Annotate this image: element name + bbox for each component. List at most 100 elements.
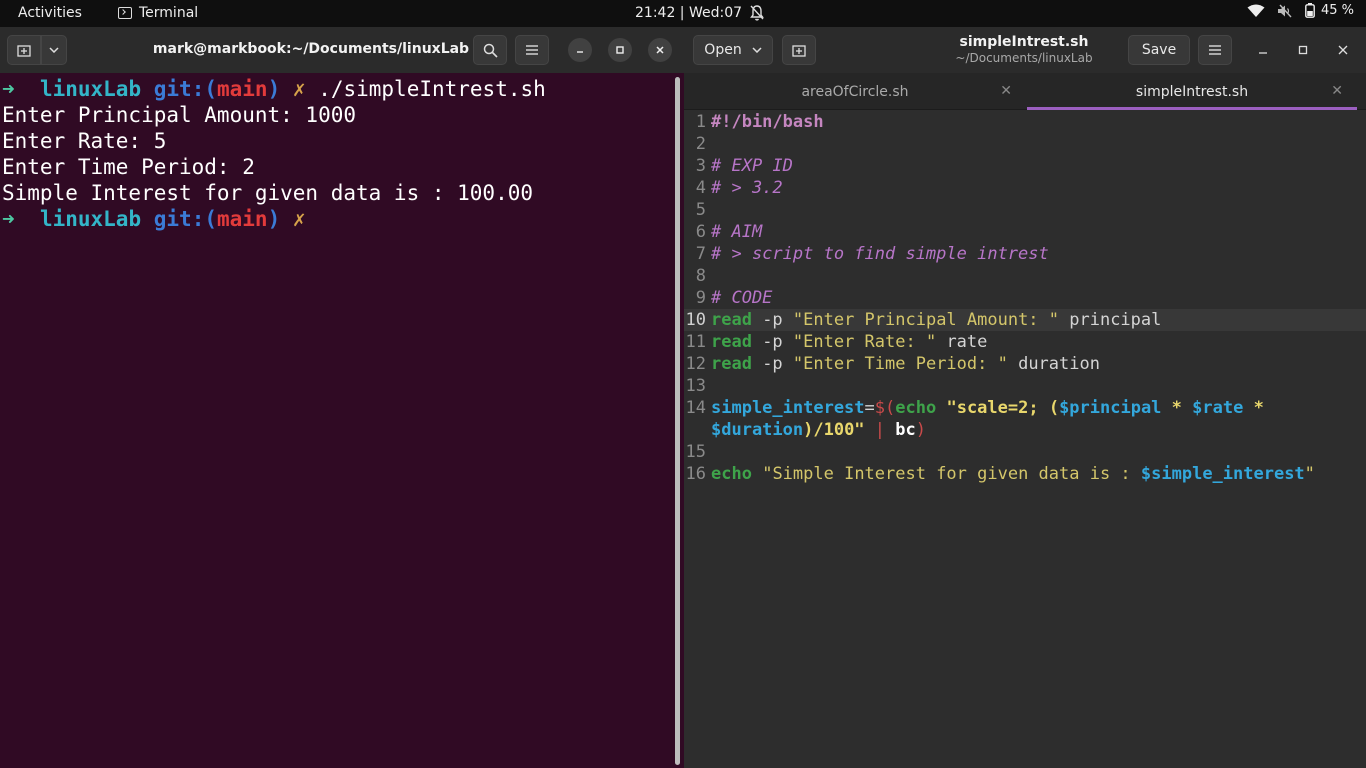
prompt-arrow: ➜	[2, 77, 15, 101]
maximize-button[interactable]	[608, 38, 632, 62]
app-menu-button[interactable]: Terminal	[118, 5, 198, 21]
output-line: Enter Time Period: 2	[2, 155, 255, 179]
line-number: 12	[685, 354, 706, 374]
code-line[interactable]: 11 read -p "Enter Rate: " rate	[684, 331, 1366, 353]
line-number: 3	[695, 156, 706, 176]
save-button[interactable]: Save	[1128, 35, 1190, 65]
new-document-icon	[792, 45, 806, 57]
hamburger-menu-button[interactable]	[515, 35, 549, 65]
code-line[interactable]: 12 read -p "Enter Time Period: " duration	[684, 353, 1366, 375]
open-button[interactable]: Open	[693, 35, 773, 65]
code-token: )/100"	[803, 420, 865, 440]
code-token: $duration	[711, 420, 804, 440]
terminal-window[interactable]: mark@markbook:~/Documents/linuxLab ➜ lin…	[0, 27, 684, 768]
code-token: # EXP ID	[711, 156, 793, 176]
prompt-arrow: ➜	[2, 207, 15, 231]
prompt-command: ./simpleIntrest.sh	[318, 77, 546, 101]
code-text: # EXP ID	[711, 155, 793, 177]
line-number: 15	[685, 442, 706, 462]
code-line[interactable]: 8	[684, 265, 1366, 287]
code-line[interactable]: 4 # > 3.2	[684, 177, 1366, 199]
chevron-down-icon	[752, 47, 762, 53]
output-line: Simple Interest for given data is : 100.…	[2, 181, 534, 205]
code-token: |	[874, 420, 886, 440]
line-number: 2	[695, 134, 706, 154]
prompt-git-prefix: git:(	[153, 77, 217, 101]
prompt-branch: main	[216, 207, 268, 231]
output-line: Enter Rate: 5	[2, 129, 167, 153]
code-token: -p	[751, 332, 793, 352]
code-text: #!/bin/bash	[711, 111, 824, 133]
code-line[interactable]: 3 # EXP ID	[684, 155, 1366, 177]
new-document-button[interactable]	[782, 35, 816, 65]
code-text: # > script to find simple intrest	[711, 243, 1049, 265]
code-line[interactable]: 9 # CODE	[684, 287, 1366, 309]
code-text: read -p "Enter Rate: " rate	[711, 331, 987, 353]
tab-label: areaOfCircle.sh	[801, 83, 909, 100]
volume-muted-icon	[1277, 4, 1292, 17]
clock[interactable]: 21:42 | Wed:07	[635, 5, 742, 21]
prompt-line: ➜ linuxLab git:(main) ✗ ./simpleIntrest.…	[2, 76, 546, 102]
code-token: =	[864, 398, 875, 418]
code-line[interactable]: 10 read -p "Enter Principal Amount: " pri…	[684, 309, 1366, 331]
code-token: $simple_interest	[1140, 464, 1305, 484]
terminal-headerbar[interactable]: mark@markbook:~/Documents/linuxLab	[0, 27, 684, 73]
code-text: echo "Simple Interest for given data is …	[711, 463, 1315, 485]
code-token: # CODE	[711, 288, 773, 308]
document-title: simpleIntrest.sh	[959, 34, 1089, 50]
minimize-button[interactable]	[1251, 38, 1275, 62]
code-token: )	[915, 420, 927, 440]
close-button[interactable]	[648, 38, 672, 62]
hamburger-menu-button[interactable]	[1198, 35, 1232, 65]
system-tray[interactable]: 45 %	[1247, 3, 1354, 18]
code-line[interactable]: 13	[684, 375, 1366, 397]
close-tab-icon[interactable]: ✕	[1331, 83, 1343, 99]
line-number: 8	[695, 266, 706, 286]
code-token: *	[1161, 398, 1193, 418]
code-line[interactable]: 7 # > script to find simple intrest	[684, 243, 1366, 265]
code-line[interactable]: 5	[684, 199, 1366, 221]
code-line[interactable]: 2	[684, 133, 1366, 155]
code-view[interactable]: 1 #!/bin/bash 2 3 # EXP ID 4 # > 3.2 5 6 # AIM 7 # …	[684, 111, 1366, 485]
line-number: 7	[695, 244, 706, 264]
close-tab-icon[interactable]: ✕	[1000, 83, 1012, 99]
prompt-dir: linuxLab	[39, 77, 142, 101]
minimize-button[interactable]	[568, 38, 592, 62]
code-token: $(	[874, 398, 896, 418]
save-label: Save	[1141, 42, 1177, 58]
editor-window[interactable]: Open simpleIntrest.sh ~/Documents/linuxL…	[684, 27, 1366, 768]
line-number: 6	[695, 222, 706, 242]
maximize-button[interactable]	[1291, 38, 1315, 62]
code-line[interactable]: 1 #!/bin/bash	[684, 111, 1366, 133]
line-number: 5	[695, 200, 706, 220]
code-line[interactable]: 14 simple_interest=$(echo "scale=2; ($pri…	[684, 397, 1366, 441]
document-path: ~/Documents/linuxLab	[955, 51, 1093, 65]
close-button[interactable]	[1331, 38, 1355, 62]
tab-areaofcircle[interactable]: areaOfCircle.sh ✕	[684, 73, 1026, 110]
code-line[interactable]: 16 echo "Simple Interest for given data i…	[684, 463, 1366, 485]
open-label: Open	[704, 42, 742, 58]
code-line[interactable]: 15	[684, 441, 1366, 463]
code-token: $principal	[1059, 398, 1162, 418]
top-bar: Activities Terminal 21:42 | Wed:07 45 %	[0, 0, 1366, 27]
minimize-icon	[577, 51, 583, 53]
terminal-output[interactable]: ➜ linuxLab git:(main) ✗ ./simpleIntrest.…	[2, 76, 546, 232]
editor-headerbar[interactable]: Open simpleIntrest.sh ~/Documents/linuxL…	[684, 27, 1366, 73]
notification-bell-icon[interactable]	[749, 4, 765, 22]
battery-icon	[1305, 3, 1315, 18]
code-token: "Enter Rate: "	[792, 332, 937, 352]
code-token: -p	[751, 354, 793, 374]
code-text: simple_interest=$(echo "scale=2; ($princ…	[711, 397, 1264, 441]
battery-percent: 45 %	[1320, 3, 1354, 18]
code-text: # CODE	[711, 287, 772, 309]
line-number: 1	[695, 112, 706, 132]
activities-button[interactable]: Activities	[18, 5, 82, 21]
code-line[interactable]: 6 # AIM	[684, 221, 1366, 243]
tab-simpleintrest[interactable]: simpleIntrest.sh ✕	[1027, 73, 1357, 110]
search-button[interactable]	[473, 35, 507, 65]
output-line: Enter Principal Amount: 1000	[2, 103, 357, 127]
code-text: # > 3.2	[711, 177, 783, 199]
terminal-scrollbar[interactable]	[675, 77, 680, 765]
code-token: principal	[1059, 310, 1162, 330]
prompt-git-suffix: )	[267, 207, 281, 231]
